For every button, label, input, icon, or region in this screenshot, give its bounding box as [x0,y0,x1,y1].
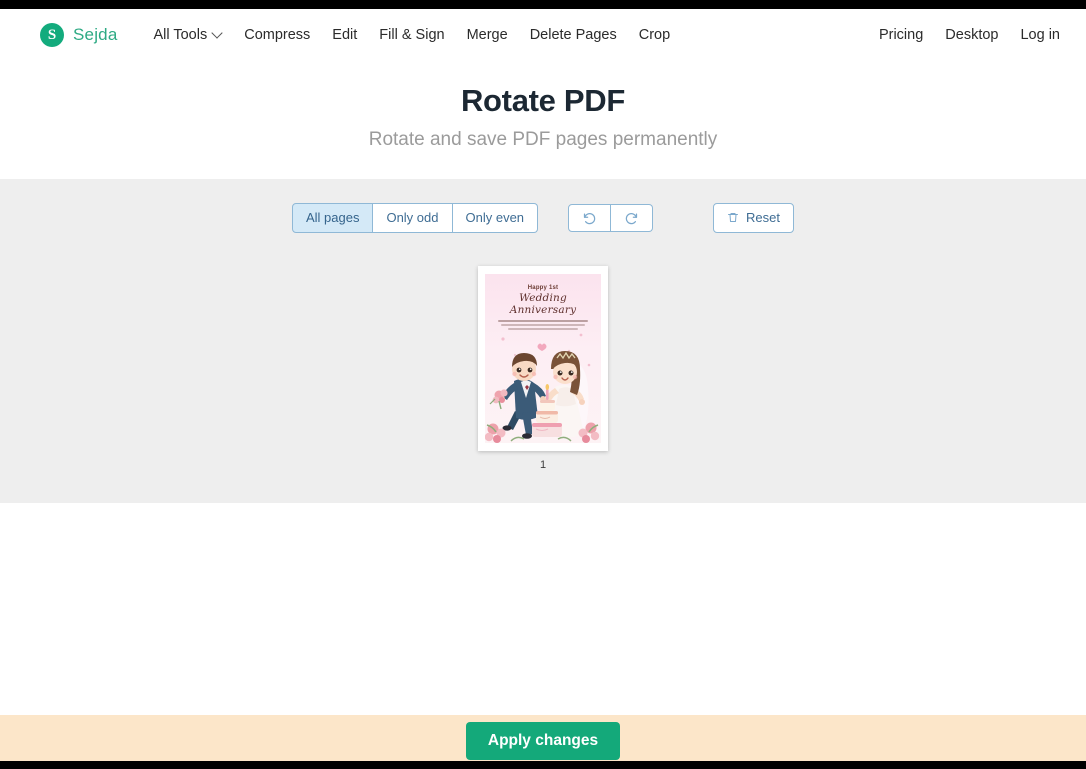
nav-item-desktop[interactable]: Desktop [945,27,998,43]
page-header: Rotate PDF Rotate and save PDF pages per… [0,61,1086,179]
rotate-toolbar: All pages Only odd Only even Reset [0,203,1086,233]
filter-all-pages-button[interactable]: All pages [291,203,374,233]
nav-item-crop[interactable]: Crop [639,27,670,43]
card-title-line2: Wedding Anniversary [509,292,577,316]
page-thumbnail-list: Happy 1st Wedding Anniversary 1 [0,266,1086,471]
nav-item-merge[interactable]: Merge [467,27,508,43]
card-body-line [497,320,589,322]
nav-item-pricing[interactable]: Pricing [879,27,923,43]
editor-panel: All pages Only odd Only even Reset Happy… [0,179,1086,503]
sejda-logo-icon: S [40,23,64,47]
sejda-wordmark: Sejda [73,25,118,44]
reset-button-label: Reset [746,210,781,225]
card-title-line1: Happy 1st [527,285,559,291]
rotate-right-button[interactable] [611,204,654,232]
sejda-logo[interactable]: S Sejda [40,23,117,47]
page-thumbnail-frame[interactable]: Happy 1st Wedding Anniversary [478,266,608,451]
rotate-left-button[interactable] [568,204,612,232]
primary-nav: All Tools Compress Edit Fill & Sign Merg… [153,27,670,43]
rotate-counterclockwise-icon [583,213,596,225]
filter-only-even-button[interactable]: Only even [452,203,539,233]
page-filter-group: All pages Only odd Only even [291,203,539,233]
filter-only-odd-button[interactable]: Only odd [373,203,453,233]
nav-item-delete-pages[interactable]: Delete Pages [530,27,617,43]
card-heading: Happy 1st Wedding Anniversary [485,274,601,316]
top-navigation-bar: S Sejda All Tools Compress Edit Fill & S… [0,9,1086,61]
page-subtitle: Rotate and save PDF pages permanently [368,129,718,150]
reset-button[interactable]: Reset [713,203,795,233]
trash-icon [728,213,739,222]
action-footer: Apply changes [0,715,1086,761]
secondary-nav: Pricing Desktop Log in [879,27,1060,43]
browser-viewport: S Sejda All Tools Compress Edit Fill & S… [0,9,1086,761]
page-thumbnail-item[interactable]: Happy 1st Wedding Anniversary 1 [478,266,608,471]
rotate-clockwise-icon [625,213,638,225]
wedding-couple-illustration [485,333,600,443]
content-spacer [0,503,1086,715]
nav-item-all-tools[interactable]: All Tools [153,27,222,43]
page-number-label: 1 [539,459,547,471]
nav-item-fill-and-sign[interactable]: Fill & Sign [379,27,444,43]
nav-item-edit[interactable]: Edit [332,27,357,43]
rotation-button-group [568,204,654,232]
nav-item-compress[interactable]: Compress [244,27,310,43]
nav-item-log-in[interactable]: Log in [1020,27,1060,43]
page-title: Rotate PDF [460,83,626,118]
chevron-down-icon [213,29,222,38]
pdf-page-preview: Happy 1st Wedding Anniversary [485,274,601,443]
apply-changes-button[interactable]: Apply changes [465,722,621,760]
nav-item-all-tools-label: All Tools [153,27,208,43]
